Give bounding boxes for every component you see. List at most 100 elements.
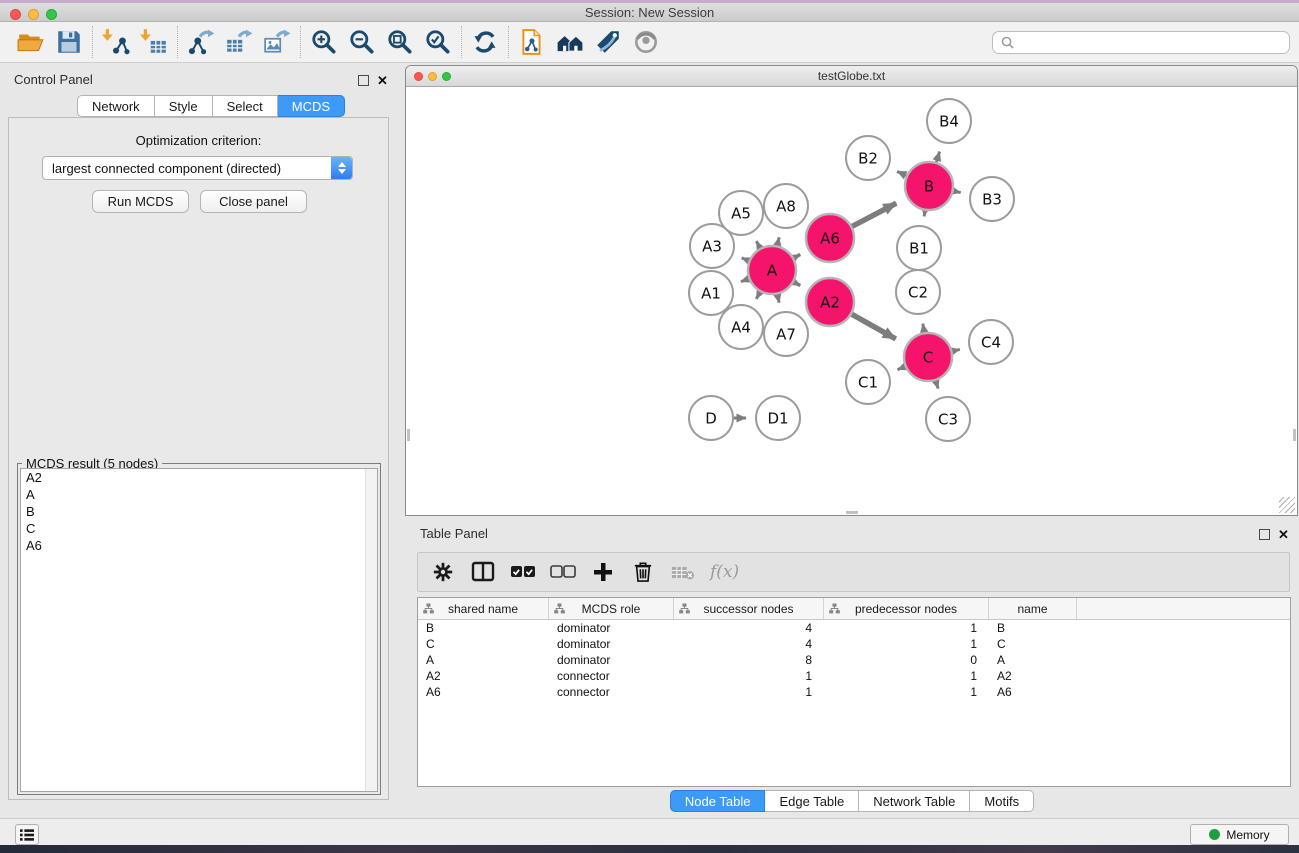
hide-button[interactable] (627, 25, 665, 59)
column-header-MCDS-role[interactable]: MCDS role (549, 598, 674, 619)
home-button[interactable] (551, 25, 589, 59)
search-field[interactable] (992, 31, 1290, 54)
label-button[interactable] (589, 25, 627, 59)
mcds-result-item[interactable]: A6 (21, 537, 377, 554)
node-table[interactable]: shared nameMCDS rolesuccessor nodesprede… (417, 597, 1291, 787)
node-C[interactable]: C (904, 333, 952, 381)
network-view-window[interactable]: testGlobe.txt AA1A2A3A4A5A6A7A8BB1B2B3B4… (405, 65, 1298, 516)
edge-C-C1[interactable] (898, 367, 905, 370)
zoom-out-button[interactable] (343, 25, 381, 59)
edge-B-B2[interactable] (897, 171, 906, 175)
search-input[interactable] (1020, 36, 1281, 50)
scroll-thumb-left[interactable] (407, 429, 410, 441)
select-all-button[interactable] (510, 559, 536, 585)
network-minimize-button[interactable] (428, 72, 437, 81)
close-panel-button[interactable]: Close panel (200, 190, 307, 213)
node-B3[interactable]: B3 (970, 177, 1014, 221)
edge-A2-C[interactable] (852, 314, 896, 339)
show-columns-button[interactable] (470, 559, 496, 585)
node-B1[interactable]: B1 (897, 226, 941, 270)
network-graph[interactable]: AA1A2A3A4A5A6A7A8BB1B2B3B4CC1C2C3C4DD1 (406, 87, 1297, 515)
table-panel-close-button[interactable]: ✕ (1278, 526, 1289, 544)
function-builder-button[interactable]: f(x) (710, 559, 739, 585)
mcds-result-item[interactable]: A (21, 486, 377, 503)
scroll-thumb-bottom[interactable] (846, 511, 858, 514)
edge-C-C4[interactable] (952, 349, 960, 351)
column-header-name[interactable]: name (989, 598, 1077, 619)
mcds-result-item[interactable]: A2 (21, 469, 377, 486)
node-A5[interactable]: A5 (719, 191, 763, 235)
node-C1[interactable]: C1 (846, 360, 890, 404)
column-header-shared-name[interactable]: shared name (418, 598, 549, 619)
tab-node-table[interactable]: Node Table (670, 790, 766, 812)
edge-A-A6[interactable] (794, 254, 800, 257)
node-C2[interactable]: C2 (896, 270, 940, 314)
import-table-button[interactable] (135, 25, 173, 59)
zoom-fit-button[interactable] (381, 25, 419, 59)
table-panel-float-button[interactable] (1259, 527, 1270, 545)
mcds-result-item[interactable]: C (21, 520, 377, 537)
column-header-predecessor-nodes[interactable]: predecessor nodes (824, 598, 989, 619)
edge-C-C2[interactable] (923, 324, 924, 333)
edge-A-A2[interactable] (794, 282, 800, 285)
edge-A-A4[interactable] (756, 292, 760, 299)
tab-style[interactable]: Style (155, 95, 213, 117)
create-column-button[interactable] (590, 559, 616, 585)
table-row[interactable]: Bdominator41B (418, 620, 1290, 636)
export-network-button[interactable] (182, 25, 220, 59)
tab-mcds[interactable]: MCDS (278, 95, 345, 117)
show-panels-button[interactable] (15, 824, 39, 845)
zoom-selected-button[interactable] (419, 25, 457, 59)
edge-C-C3[interactable] (936, 381, 939, 389)
node-A6[interactable]: A6 (806, 214, 854, 262)
save-session-button[interactable] (50, 25, 88, 59)
edge-A-A3[interactable] (742, 258, 749, 261)
node-A2[interactable]: A2 (806, 278, 854, 326)
tab-select[interactable]: Select (213, 95, 278, 117)
node-A7[interactable]: A7 (764, 312, 808, 356)
column-header-successor-nodes[interactable]: successor nodes (674, 598, 824, 619)
node-D1[interactable]: D1 (756, 396, 800, 440)
zoom-in-button[interactable] (305, 25, 343, 59)
node-A[interactable]: A (748, 246, 796, 294)
apply-layout-button[interactable] (466, 25, 504, 59)
edge-A-A7[interactable] (777, 294, 779, 302)
delete-column-button[interactable] (630, 559, 656, 585)
scrollbar-track[interactable] (365, 469, 377, 791)
network-window-title-bar[interactable]: testGlobe.txt (406, 66, 1297, 87)
main-title-bar[interactable]: Session: New Session (0, 3, 1299, 22)
run-mcds-button[interactable]: Run MCDS (92, 190, 189, 213)
control-panel-float-button[interactable] (358, 73, 369, 91)
node-B[interactable]: B (905, 162, 953, 210)
table-row[interactable]: A2connector11A2 (418, 668, 1290, 684)
tab-edge-table[interactable]: Edge Table (765, 790, 859, 812)
network-maximize-button[interactable] (442, 72, 451, 81)
node-A8[interactable]: A8 (764, 184, 808, 228)
memory-button[interactable]: Memory (1190, 824, 1289, 845)
export-image-button[interactable] (258, 25, 296, 59)
close-window-button[interactable] (10, 9, 21, 20)
node-C4[interactable]: C4 (969, 320, 1013, 364)
scroll-thumb-right[interactable] (1293, 429, 1296, 441)
edge-B-B1[interactable] (924, 211, 925, 217)
deselect-all-button[interactable] (550, 559, 576, 585)
node-B4[interactable]: B4 (927, 99, 971, 143)
edge-B-B3[interactable] (953, 191, 960, 192)
table-row[interactable]: Adominator80A (418, 652, 1290, 668)
node-A1[interactable]: A1 (689, 271, 733, 315)
export-table-button[interactable] (220, 25, 258, 59)
mcds-result-list[interactable]: A2ABCA6 (20, 468, 378, 792)
import-network-button[interactable] (97, 25, 135, 59)
criterion-dropdown[interactable]: largest connected component (directed) (42, 156, 353, 180)
node-A4[interactable]: A4 (719, 305, 763, 349)
table-row[interactable]: Cdominator41C (418, 636, 1290, 652)
mcds-result-item[interactable]: B (21, 503, 377, 520)
tab-network[interactable]: Network (77, 95, 155, 117)
table-row[interactable]: A6connector11A6 (418, 684, 1290, 700)
minimize-window-button[interactable] (28, 9, 39, 20)
network-close-button[interactable] (414, 72, 423, 81)
tab-network-table[interactable]: Network Table (859, 790, 970, 812)
table-settings-button[interactable] (430, 559, 456, 585)
maximize-window-button[interactable] (46, 9, 57, 20)
resize-grip[interactable] (1279, 497, 1295, 513)
